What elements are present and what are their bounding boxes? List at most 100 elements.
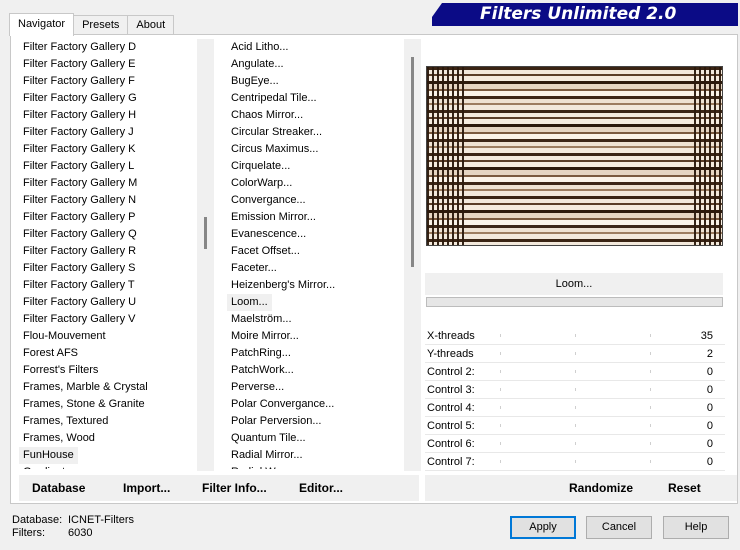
filter-item[interactable]: Radial Weave... — [227, 464, 411, 469]
filters-count: 6030 — [68, 527, 93, 539]
category-item[interactable]: Filter Factory Gallery L — [19, 158, 197, 175]
category-item[interactable]: Filter Factory Gallery J — [19, 124, 197, 141]
category-scroll-thumb[interactable] — [204, 217, 207, 249]
category-item[interactable]: Frames, Wood — [19, 430, 197, 447]
filter-item[interactable]: Centripedal Tile... — [227, 90, 411, 107]
category-item[interactable]: Frames, Stone & Granite — [19, 396, 197, 413]
category-item[interactable]: Filter Factory Gallery N — [19, 192, 197, 209]
control-value: 0 — [706, 438, 713, 450]
filter-item[interactable]: ColorWarp... — [227, 175, 411, 192]
slider-tick — [500, 334, 501, 337]
slider-tick — [575, 388, 576, 391]
slider-tick — [575, 334, 576, 337]
filter-item[interactable]: Radial Mirror... — [227, 447, 411, 464]
category-item[interactable]: Filter Factory Gallery U — [19, 294, 197, 311]
filter-item[interactable]: PatchWork... — [227, 362, 411, 379]
category-item[interactable]: Filter Factory Gallery S — [19, 260, 197, 277]
filter-item[interactable]: Facet Offset... — [227, 243, 411, 260]
apply-button[interactable]: Apply — [510, 516, 576, 539]
category-item[interactable]: Filter Factory Gallery E — [19, 56, 197, 73]
filter-item[interactable]: Maelström... — [227, 311, 411, 328]
control-slider-row[interactable]: X-threads 35 — [425, 327, 725, 345]
category-item[interactable]: Filter Factory Gallery H — [19, 107, 197, 124]
control-slider-row[interactable]: Control 6: 0 — [425, 435, 725, 453]
filter-item[interactable]: Loom... — [227, 294, 272, 311]
randomize-button[interactable]: Randomize — [569, 475, 633, 501]
category-item[interactable]: Filter Factory Gallery P — [19, 209, 197, 226]
tab-presets[interactable]: Presets — [73, 15, 129, 35]
database-value: ICNET-Filters — [68, 514, 134, 526]
category-item[interactable]: Filter Factory Gallery Q — [19, 226, 197, 243]
category-item[interactable]: Filter Factory Gallery G — [19, 90, 197, 107]
category-item[interactable]: Filter Factory Gallery V — [19, 311, 197, 328]
filter-item[interactable]: Cirquelate... — [227, 158, 411, 175]
tab-about[interactable]: About — [127, 15, 175, 35]
database-button[interactable]: Database — [32, 475, 85, 501]
filter-item[interactable]: Angulate... — [227, 56, 411, 73]
slider-tick — [500, 442, 501, 445]
progress-bar — [426, 297, 723, 307]
category-item[interactable]: Forest AFS — [19, 345, 197, 362]
slider-tick — [650, 334, 651, 337]
category-item[interactable]: Filter Factory Gallery D — [19, 39, 197, 56]
filter-item[interactable]: Acid Litho... — [227, 39, 411, 56]
category-item[interactable]: Filter Factory Gallery M — [19, 175, 197, 192]
control-label: X-threads — [427, 330, 475, 342]
filter-item[interactable]: Moire Mirror... — [227, 328, 411, 345]
filter-scrollbar[interactable] — [404, 39, 421, 471]
filter-item[interactable]: Emission Mirror... — [227, 209, 411, 226]
filter-preview-image[interactable] — [426, 66, 723, 246]
filter-item[interactable]: Convergance... — [227, 192, 411, 209]
preset-button-bar: Randomize Reset — [425, 475, 737, 501]
control-label: Y-threads — [427, 348, 474, 360]
filter-scroll-thumb[interactable] — [411, 57, 414, 267]
control-slider-row[interactable]: Control 4: 0 — [425, 399, 725, 417]
filter-item[interactable]: Heizenberg's Mirror... — [227, 277, 411, 294]
control-slider-row[interactable]: Control 3: 0 — [425, 381, 725, 399]
control-value: 0 — [706, 366, 713, 378]
category-item[interactable]: Gradient — [19, 464, 197, 469]
category-item[interactable]: Frames, Textured — [19, 413, 197, 430]
category-item[interactable]: Filter Factory Gallery R — [19, 243, 197, 260]
filter-item[interactable]: Polar Perversion... — [227, 413, 411, 430]
category-item[interactable]: Filter Factory Gallery T — [19, 277, 197, 294]
control-slider-row[interactable]: Control 5: 0 — [425, 417, 725, 435]
import-button[interactable]: Import... — [123, 475, 170, 501]
control-label: Control 7: — [427, 456, 475, 468]
filter-item[interactable]: Circus Maximus... — [227, 141, 411, 158]
tab-navigator[interactable]: Navigator — [9, 13, 75, 36]
filter-item[interactable]: BugEye... — [227, 73, 411, 90]
filter-item[interactable]: Evanescence... — [227, 226, 411, 243]
filter-item[interactable]: Quantum Tile... — [227, 430, 411, 447]
control-slider-row[interactable]: Y-threads 2 — [425, 345, 725, 363]
editor-button[interactable]: Editor... — [299, 475, 343, 501]
category-scrollbar[interactable] — [197, 39, 214, 471]
filter-item[interactable]: Polar Convergance... — [227, 396, 411, 413]
filter-controls: X-threads 35 Y-threads 2 Control 2: 0 Control … — [425, 327, 725, 471]
filter-info-button[interactable]: Filter Info... — [202, 475, 267, 501]
slider-tick — [650, 442, 651, 445]
filter-item[interactable]: Chaos Mirror... — [227, 107, 411, 124]
filter-item[interactable]: Circular Streaker... — [227, 124, 411, 141]
category-item[interactable]: Filter Factory Gallery F — [19, 73, 197, 90]
filter-item[interactable]: Perverse... — [227, 379, 411, 396]
cancel-button[interactable]: Cancel — [586, 516, 652, 539]
filter-list[interactable]: Acid Litho... Angulate... BugEye... Centrip… — [227, 39, 411, 469]
filter-item[interactable]: PatchRing... — [227, 345, 411, 362]
tab-bar: Navigator Presets About — [9, 13, 175, 36]
control-slider-row[interactable]: Control 2: 0 — [425, 363, 725, 381]
control-value: 0 — [706, 420, 713, 432]
category-list[interactable]: Filter Factory Gallery D Filter Factory G… — [19, 39, 197, 469]
reset-button[interactable]: Reset — [668, 475, 701, 501]
category-item[interactable]: Forrest's Filters — [19, 362, 197, 379]
category-item[interactable]: Frames, Marble & Crystal — [19, 379, 197, 396]
category-item[interactable]: Filter Factory Gallery K — [19, 141, 197, 158]
filter-item[interactable]: Faceter... — [227, 260, 411, 277]
slider-tick — [575, 460, 576, 463]
help-button[interactable]: Help — [663, 516, 729, 539]
control-slider-row[interactable]: Control 7: 0 — [425, 453, 725, 471]
slider-tick — [575, 442, 576, 445]
category-item[interactable]: FunHouse — [19, 447, 78, 464]
category-item[interactable]: Flou-Mouvement — [19, 328, 197, 345]
control-label: Control 5: — [427, 420, 475, 432]
